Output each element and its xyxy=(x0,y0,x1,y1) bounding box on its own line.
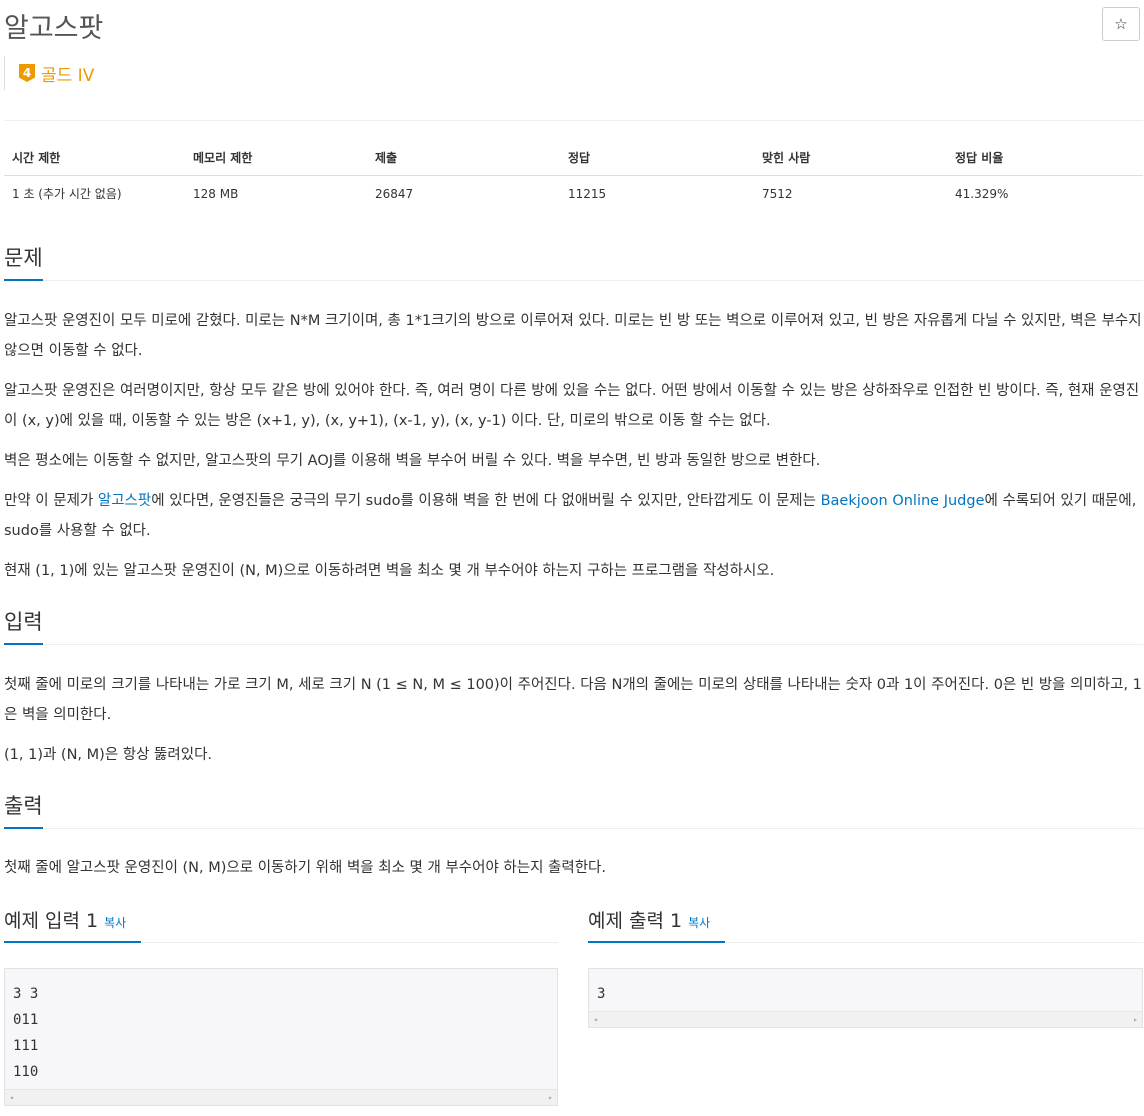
scroll-left-icon[interactable]: ◂ xyxy=(593,1015,598,1024)
sample-input-title: 예제 입력 1 복사 xyxy=(4,906,126,933)
header-time-limit: 시간 제한 xyxy=(4,140,185,176)
sample-input-code: 3 3 011 111 110 xyxy=(13,986,39,1080)
problem-section-title: 문제 xyxy=(4,246,43,270)
header-memory-limit: 메모리 제한 xyxy=(185,140,367,176)
boj-link[interactable]: Baekjoon Online Judge xyxy=(821,493,985,509)
scroll-left-icon[interactable]: ◂ xyxy=(9,1093,14,1102)
header-solved-users: 맞힌 사람 xyxy=(754,140,947,176)
accepted-value: 11215 xyxy=(568,186,607,201)
solved-users-value: 7512 xyxy=(762,186,793,201)
problem-paragraph-3: 벽은 평소에는 이동할 수 없지만, 알고스팟의 무기 AOJ를 이용해 벽을 … xyxy=(4,453,821,469)
sample-input-box[interactable]: 3 3 011 111 110 ◂ ▸ xyxy=(4,968,558,1106)
problem-section-line xyxy=(4,280,1143,281)
algospot-link[interactable]: 알고스팟 xyxy=(98,493,151,509)
tier-info: 4 골드 IV xyxy=(4,56,94,90)
input-paragraph-1: 첫째 줄에 미로의 크기를 나타내는 가로 크기 M, 세로 크기 N (1 ≤… xyxy=(4,677,1142,723)
problem-paragraph-4-text-a: 만약 이 문제가 xyxy=(4,493,98,509)
favorite-star-icon[interactable]: ☆ xyxy=(1102,7,1140,41)
submissions-value: 26847 xyxy=(375,186,414,201)
sample-input-title-text: 예제 입력 1 xyxy=(4,910,99,932)
problem-paragraph-1: 알고스팟 운영진이 모두 미로에 갇혔다. 미로는 N*M 크기이며, 총 1*… xyxy=(4,313,1142,359)
sample-output-scrollbar[interactable]: ◂ ▸ xyxy=(589,1011,1142,1027)
sample-output-title: 예제 출력 1 복사 xyxy=(588,906,710,933)
problem-paragraph-5: 현재 (1, 1)에 있는 알고스팟 운영진이 (N, M)으로 이동하려면 벽… xyxy=(4,563,775,579)
info-table-row: 1 초 (추가 시간 없음) 128 MB 26847 11215 7512 4… xyxy=(4,176,1143,212)
input-paragraph-2: (1, 1)과 (N, M)은 항상 뚫려있다. xyxy=(4,747,213,763)
problem-info-table: 시간 제한 메모리 제한 제출 정답 맞힌 사람 정답 비율 1 초 (추가 시… xyxy=(4,140,1143,211)
accept-ratio-value: 41.329% xyxy=(955,186,1009,201)
time-limit-value: 1 초 (추가 시간 없음) xyxy=(12,187,122,201)
input-section-title: 입력 xyxy=(4,610,43,634)
sample-output-underline xyxy=(588,941,725,943)
tier-badge-icon: 4 xyxy=(19,64,35,82)
output-paragraph: 첫째 줄에 알고스팟 운영진이 (N, M)으로 이동하기 위해 벽을 최소 몇… xyxy=(4,860,606,876)
sample-output-box[interactable]: 3 ◂ ▸ xyxy=(588,968,1143,1028)
info-table-header-row: 시간 제한 메모리 제한 제출 정답 맞힌 사람 정답 비율 xyxy=(4,140,1143,176)
sample-output-code: 3 xyxy=(597,986,606,1002)
header-divider xyxy=(4,120,1143,121)
sample-output-title-text: 예제 출력 1 xyxy=(588,910,683,932)
memory-limit-value: 128 MB xyxy=(193,186,239,201)
sample-output-copy-button[interactable]: 복사 xyxy=(688,916,710,930)
sample-input-scrollbar[interactable]: ◂ ▸ xyxy=(5,1089,557,1105)
tier-label[interactable]: 골드 IV xyxy=(41,61,94,86)
sample-input-underline xyxy=(4,941,141,943)
problem-paragraph-2: 알고스팟 운영진은 여러명이지만, 항상 모두 같은 방에 있어야 한다. 즉,… xyxy=(4,383,1140,429)
header-submissions: 제출 xyxy=(367,140,560,176)
problem-paragraph-4: 만약 이 문제가 알고스팟에 있다면, 운영진들은 궁극의 무기 sudo를 이… xyxy=(4,486,1143,546)
output-section-underline xyxy=(4,827,43,829)
output-section-title: 출력 xyxy=(4,794,43,818)
input-section-underline xyxy=(4,643,43,645)
input-section-line xyxy=(4,644,1143,645)
problem-title: 알고스팟 xyxy=(4,13,104,44)
scroll-right-icon[interactable]: ▸ xyxy=(1133,1015,1138,1024)
sample-input-copy-button[interactable]: 복사 xyxy=(104,916,126,930)
problem-section-underline xyxy=(4,279,43,281)
header-accept-ratio: 정답 비율 xyxy=(947,140,1143,176)
scroll-right-icon[interactable]: ▸ xyxy=(548,1093,553,1102)
problem-paragraph-4-text-b: 에 있다면, 운영진들은 궁극의 무기 sudo를 이용해 벽을 한 번에 다 … xyxy=(151,493,821,509)
output-section-line xyxy=(4,828,1143,829)
header-accepted: 정답 xyxy=(560,140,754,176)
